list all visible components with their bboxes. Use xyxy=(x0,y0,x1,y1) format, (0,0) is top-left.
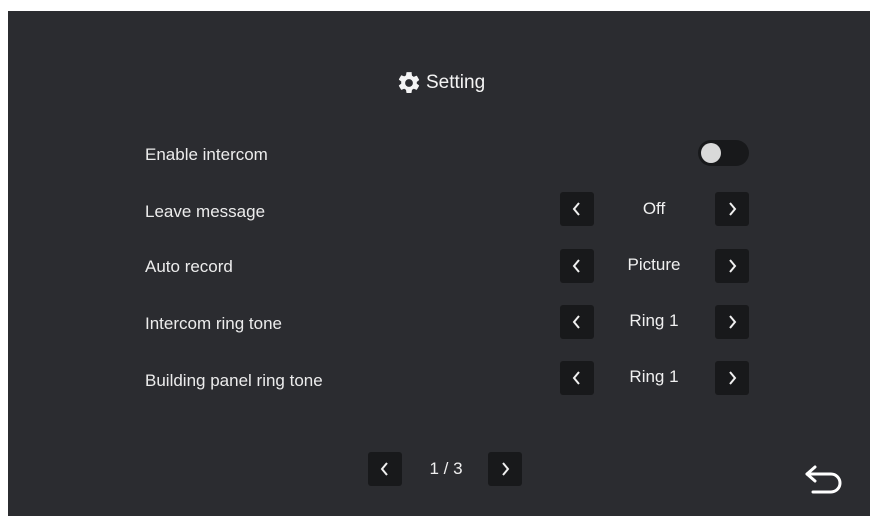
leave-message-prev-button[interactable] xyxy=(560,192,594,226)
gear-icon xyxy=(396,70,422,96)
chevron-right-icon xyxy=(729,315,737,329)
setting-label-intercom-ring-tone: Intercom ring tone xyxy=(145,314,283,333)
chevron-left-icon xyxy=(572,202,580,216)
auto-record-value: Picture xyxy=(627,255,681,274)
back-button[interactable] xyxy=(802,461,848,501)
page-indicator: 1 / 3 xyxy=(429,459,463,478)
intercom-ring-tone-value: Ring 1 xyxy=(629,311,679,330)
auto-record-next-button[interactable] xyxy=(715,249,749,283)
page-prev-button[interactable] xyxy=(368,452,402,486)
building-panel-ring-tone-prev-button[interactable] xyxy=(560,361,594,395)
setting-label-auto-record: Auto record xyxy=(145,257,233,276)
settings-screen: Setting Enable intercom Leave message Of… xyxy=(8,11,870,516)
toggle-knob xyxy=(701,143,721,163)
building-panel-ring-tone-value: Ring 1 xyxy=(629,367,679,386)
leave-message-value: Off xyxy=(642,199,666,218)
page-title: Setting xyxy=(396,69,485,97)
chevron-left-icon xyxy=(572,259,580,273)
leave-message-next-button[interactable] xyxy=(715,192,749,226)
page-title-text: Setting xyxy=(426,72,486,93)
back-arrow-icon xyxy=(805,465,842,494)
chevron-right-icon xyxy=(729,202,737,216)
chevron-right-icon xyxy=(502,462,510,476)
chevron-left-icon xyxy=(572,371,580,385)
setting-label-leave-message: Leave message xyxy=(145,202,266,221)
setting-label-enable-intercom: Enable intercom xyxy=(145,145,268,164)
chevron-right-icon xyxy=(729,259,737,273)
building-panel-ring-tone-next-button[interactable] xyxy=(715,361,749,395)
auto-record-prev-button[interactable] xyxy=(560,249,594,283)
intercom-ring-tone-prev-button[interactable] xyxy=(560,305,594,339)
page-next-button[interactable] xyxy=(488,452,522,486)
chevron-right-icon xyxy=(729,371,737,385)
intercom-ring-tone-next-button[interactable] xyxy=(715,305,749,339)
chevron-left-icon xyxy=(380,462,388,476)
chevron-left-icon xyxy=(572,315,580,329)
enable-intercom-toggle[interactable] xyxy=(698,140,749,166)
setting-label-building-panel-ring-tone: Building panel ring tone xyxy=(145,371,323,390)
